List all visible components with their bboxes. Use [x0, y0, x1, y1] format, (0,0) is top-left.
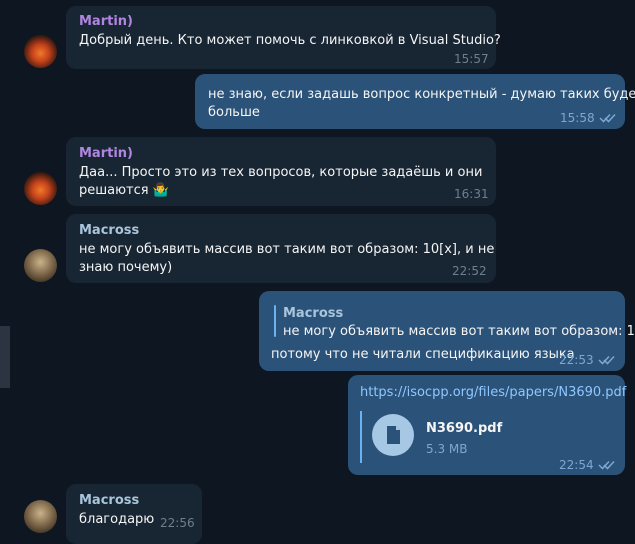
- file-size: 5.3 MB: [426, 442, 468, 456]
- message-time: 22:52: [452, 264, 487, 278]
- double-check-icon: [599, 113, 616, 123]
- message-text: больше: [208, 105, 260, 120]
- message-text: решаются 🤷‍♂️: [79, 183, 169, 198]
- double-check-icon: [598, 355, 615, 365]
- message-text: Добрый день. Кто может помочь с линковко…: [79, 33, 501, 48]
- avatar-macross[interactable]: [24, 249, 57, 282]
- message-time: 22:54: [559, 458, 594, 472]
- quote-bar: [274, 305, 276, 337]
- sender-name[interactable]: Martin): [79, 146, 133, 161]
- document-icon: [387, 426, 400, 444]
- chat-scrollbar[interactable]: [0, 326, 10, 388]
- message-time: 15:57: [454, 52, 489, 66]
- quote-sender: Macross: [283, 306, 344, 321]
- message-time: 16:31: [454, 187, 489, 201]
- file-preview-bar: [360, 411, 362, 463]
- quote-text: не могу объявить массив вот таким вот об…: [283, 324, 635, 339]
- message-text: Даа... Просто это из тех вопросов, котор…: [79, 165, 483, 180]
- message-time: 15:58: [560, 111, 595, 125]
- sender-name[interactable]: Martin): [79, 14, 133, 29]
- sender-name[interactable]: Macross: [79, 493, 139, 508]
- message-bubble-outgoing[interactable]: не знаю, если задашь вопрос конкретный -…: [195, 74, 635, 129]
- message-bubble[interactable]: Martin) Добрый день. Кто может помочь с …: [66, 6, 501, 69]
- double-check-icon: [598, 460, 615, 470]
- avatar-martin[interactable]: [24, 172, 57, 205]
- file-download-button[interactable]: [372, 414, 414, 456]
- message-text: знаю почему): [79, 260, 173, 275]
- message-bubble[interactable]: Macross благодарю 22:56: [66, 484, 202, 544]
- message-text: потому что не читали спецификацию языка: [271, 347, 575, 362]
- message-text: благодарю: [79, 512, 155, 527]
- message-link[interactable]: https://isocpp.org/files/papers/N3690.pd…: [360, 385, 626, 400]
- avatar-martin[interactable]: [24, 35, 57, 68]
- sender-name[interactable]: Macross: [79, 223, 139, 238]
- message-time: 22:53: [559, 353, 594, 367]
- message-text: не могу объявить массив вот таким вот об…: [79, 242, 495, 257]
- avatar-macross[interactable]: [24, 500, 57, 533]
- message-bubble[interactable]: Martin) Даа... Просто это из тех вопросо…: [66, 137, 496, 206]
- file-name[interactable]: N3690.pdf: [426, 421, 502, 436]
- message-text: не знаю, если задашь вопрос конкретный -…: [208, 87, 635, 102]
- message-bubble-outgoing[interactable]: https://isocpp.org/files/papers/N3690.pd…: [348, 375, 626, 475]
- message-bubble[interactable]: Macross не могу объявить массив вот таки…: [66, 214, 496, 283]
- message-bubble-outgoing[interactable]: Macross не могу объявить массив вот таки…: [259, 291, 635, 371]
